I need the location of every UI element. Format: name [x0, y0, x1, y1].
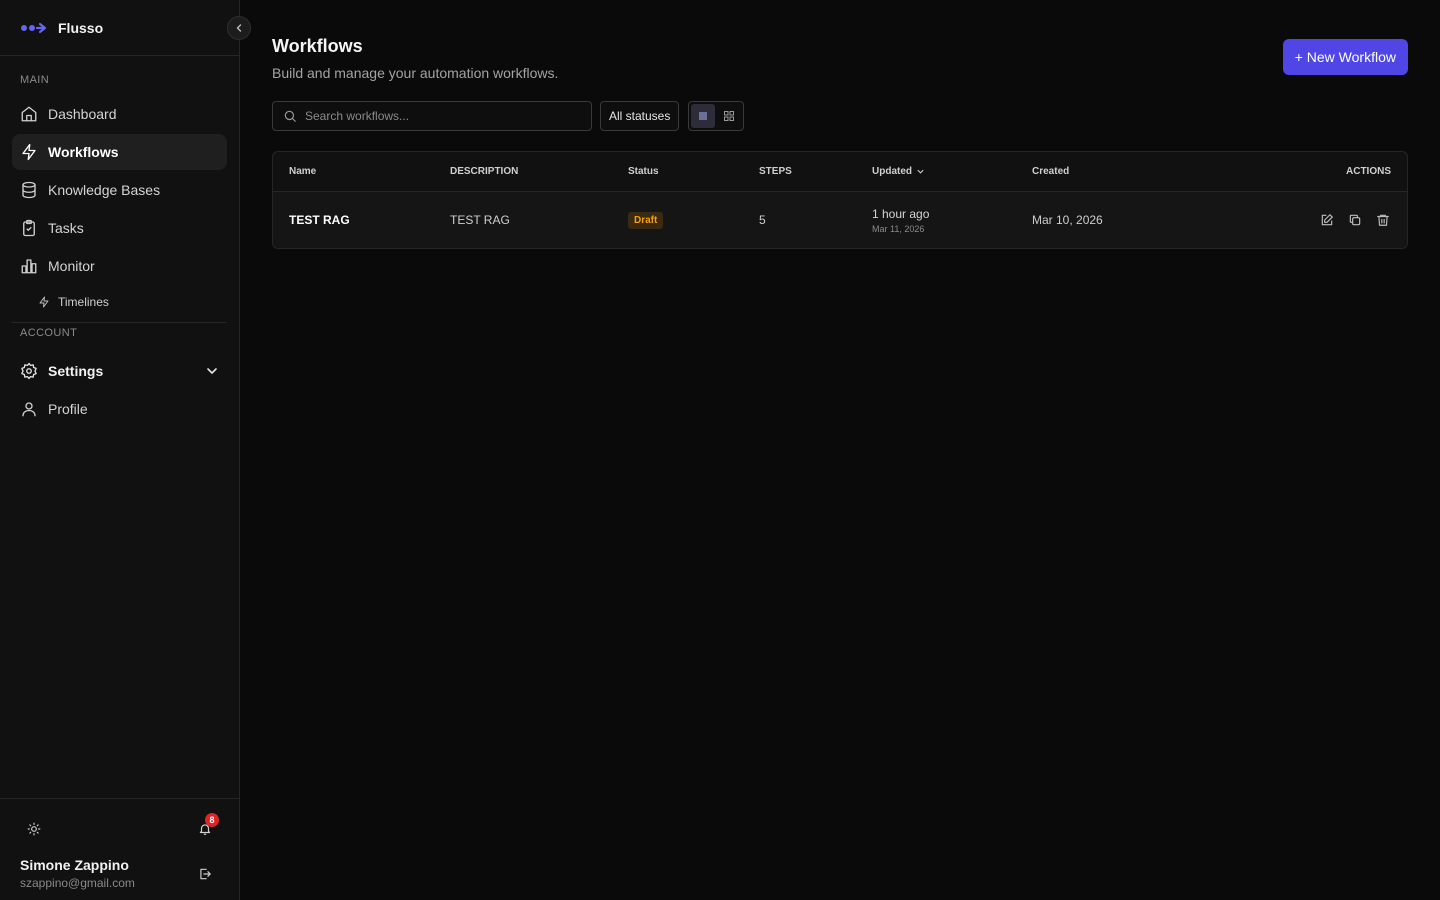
status-filter-select[interactable]: All statuses [600, 101, 680, 131]
sidebar-footer: 8 Simone Zappino szappino@gmail.com [0, 798, 239, 900]
table-row[interactable]: TEST RAG TEST RAG Draft 5 1 hour ago Mar… [273, 192, 1407, 248]
list-icon [699, 112, 708, 120]
sidebar-subitem-timelines[interactable]: Timelines [38, 288, 227, 316]
status-badge: Draft [628, 211, 664, 229]
section-label-account: ACCOUNT [20, 327, 78, 339]
home-icon [21, 106, 37, 122]
page-header: Workflows Build and manage your automati… [272, 36, 1408, 81]
logout-icon [200, 868, 211, 879]
sidebar-item-label: Settings [48, 363, 104, 379]
page-subtitle: Build and manage your automation workflo… [272, 65, 559, 81]
search-box [272, 101, 592, 131]
column-header-status[interactable]: Status [628, 166, 759, 177]
workflows-table: Name DESCRIPTION Status STEPS Updated Cr… [272, 151, 1408, 249]
zap-icon [22, 143, 36, 161]
duplicate-button[interactable] [1347, 212, 1363, 228]
sidebar-divider [12, 322, 227, 323]
table-header: Name DESCRIPTION Status STEPS Updated Cr… [273, 152, 1407, 192]
user-info: Simone Zappino szappino@gmail.com [20, 857, 135, 890]
updated-date: Mar 11, 2026 [872, 223, 925, 234]
clipboard-icon [23, 219, 35, 237]
column-header-name[interactable]: Name [273, 166, 450, 177]
page-title: Workflows [272, 36, 363, 56]
sidebar-item-label: Monitor [48, 258, 95, 274]
notifications-button[interactable]: 8 [191, 813, 219, 843]
delete-button[interactable] [1375, 212, 1391, 228]
section-label-main: MAIN [20, 74, 50, 86]
trash-icon [1377, 214, 1389, 226]
column-header-steps: STEPS [759, 166, 792, 177]
status-cell: Draft [628, 211, 759, 229]
created-date: Mar 10, 2026 [1032, 213, 1103, 227]
sidebar-item-dashboard[interactable]: Dashboard [12, 96, 227, 132]
sidebar-subitem-label: Timelines [58, 295, 109, 309]
workflow-description: TEST RAG [450, 213, 510, 227]
workflow-steps: 5 [759, 213, 766, 227]
theme-toggle-button[interactable] [20, 815, 48, 843]
new-workflow-button[interactable]: + New Workflow [1282, 39, 1408, 75]
user-email: szappino@gmail.com [20, 876, 135, 890]
view-toggle [688, 101, 745, 131]
sidebar: Flusso MAIN Dashboard Workflows Knowledg… [0, 0, 251, 900]
updated-cell: 1 hour ago Mar 11, 2026 [872, 207, 1032, 234]
column-header-updated-label: Updated [872, 166, 912, 177]
user-name: Simone Zappino [20, 857, 129, 873]
sidebar-item-label: Dashboard [48, 106, 117, 122]
zap-icon [39, 296, 49, 308]
brand-header: Flusso [0, 0, 251, 56]
sidebar-item-label: Workflows [48, 144, 119, 160]
sidebar-item-label: Profile [48, 401, 88, 417]
notification-count-badge: 8 [205, 813, 219, 827]
edit-button[interactable] [1319, 212, 1335, 228]
sidebar-item-label: Knowledge Bases [48, 182, 161, 198]
database-icon [22, 181, 36, 199]
grid-view-button[interactable] [717, 104, 741, 128]
search-icon [284, 110, 296, 122]
brand-name: Flusso [58, 19, 104, 36]
gear-icon [21, 362, 37, 380]
edit-icon [1321, 214, 1333, 226]
actions-cell [1192, 212, 1407, 228]
sidebar-item-settings[interactable]: Settings [12, 353, 227, 389]
column-header-created[interactable]: Created [1032, 166, 1192, 177]
workflow-name[interactable]: TEST RAG [273, 213, 450, 227]
list-view-button[interactable] [691, 104, 716, 128]
toolbar: All statuses [272, 101, 1408, 131]
flusso-logo-icon [21, 22, 47, 33]
sidebar-item-workflows[interactable]: Workflows [12, 134, 227, 170]
search-input[interactable] [305, 109, 575, 123]
logout-button[interactable] [191, 860, 219, 888]
chevron-down-icon [207, 368, 217, 374]
copy-icon [1349, 214, 1361, 226]
sidebar-item-monitor[interactable]: Monitor [12, 248, 227, 284]
column-header-actions: ACTIONS [1346, 166, 1391, 177]
user-icon [22, 402, 36, 417]
sidebar-item-profile[interactable]: Profile [12, 391, 227, 427]
column-header-description: DESCRIPTION [450, 166, 519, 177]
chevron-down-icon [917, 169, 924, 174]
sidebar-item-knowledge-bases[interactable]: Knowledge Bases [12, 172, 227, 208]
updated-relative: 1 hour ago [872, 206, 930, 221]
main-content: Workflows Build and manage your automati… [240, 0, 1440, 900]
column-header-updated[interactable]: Updated [872, 166, 1032, 177]
sun-icon [27, 822, 41, 836]
sidebar-item-label: Tasks [48, 220, 84, 236]
grid-icon [724, 111, 735, 121]
bar-chart-icon [21, 259, 37, 274]
sidebar-item-tasks[interactable]: Tasks [12, 210, 227, 246]
